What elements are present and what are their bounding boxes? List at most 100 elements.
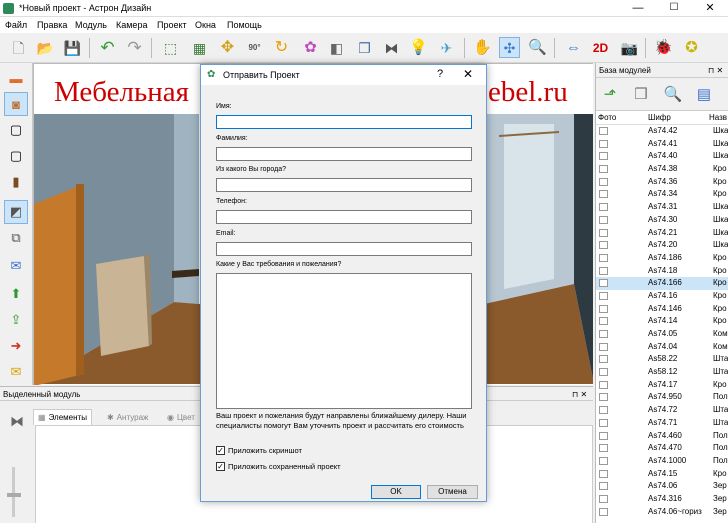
light-icon[interactable]: 💡 <box>408 37 429 58</box>
table-row[interactable]: As74.316 Зер <box>596 493 728 506</box>
rotate-90-icon[interactable]: 90° <box>244 37 265 58</box>
menu-module[interactable]: Модуль <box>75 20 107 30</box>
table-row[interactable]: As74.31 Шка <box>596 201 728 214</box>
save-icon[interactable]: 💾 <box>62 37 83 58</box>
group-icon[interactable]: ▦ <box>189 37 210 58</box>
attach-screenshot-checkbox[interactable]: ✓ Приложить скриншот <box>216 446 302 455</box>
wall-color-icon[interactable]: ▬ <box>4 66 28 90</box>
selected-module-pin[interactable]: ⊓ ✕ <box>572 390 587 399</box>
table-row[interactable]: As74.460 Пол <box>596 430 728 443</box>
table-row[interactable]: As74.20 Шка <box>596 239 728 252</box>
box-view-2-icon[interactable]: ▢ <box>4 144 28 168</box>
table-row[interactable]: As74.950 Пол <box>596 391 728 404</box>
screenshot-icon[interactable]: 📷 <box>619 37 640 58</box>
column-photo[interactable]: Фото <box>598 113 616 122</box>
table-row[interactable]: As74.186 Кро <box>596 252 728 265</box>
table-row[interactable]: As58.22 Шта <box>596 353 728 366</box>
import-module-icon[interactable]: ⬏ <box>599 83 621 105</box>
column-name[interactable]: Назв <box>709 113 727 122</box>
box-view-1-icon[interactable]: ▢ <box>4 118 28 142</box>
view-2d-icon[interactable]: 2D <box>590 37 611 58</box>
dimension-icon[interactable]: ⇔ <box>563 37 584 58</box>
search-module-icon[interactable]: 🔍 <box>662 83 684 105</box>
table-row[interactable]: As74.21 Шка <box>596 227 728 240</box>
table-row[interactable]: As74.16 Кро <box>596 290 728 303</box>
send-project-icon[interactable]: ✉ <box>4 360 28 384</box>
email-field[interactable] <box>216 242 472 256</box>
mirror-icon[interactable]: ◧ <box>326 37 347 58</box>
redo-icon[interactable]: ↷ <box>124 37 145 58</box>
camera-fly-icon[interactable]: ✈ <box>436 37 457 58</box>
module-database-pin[interactable]: ⊓ ✕ <box>708 66 723 75</box>
table-row[interactable]: As74.30 Шка <box>596 214 728 227</box>
menu-help[interactable]: Помощь <box>227 20 262 30</box>
attach-project-check[interactable]: ✓ <box>216 462 225 471</box>
table-row[interactable]: As74.04 Ком <box>596 341 728 354</box>
table-row[interactable]: As74.17 Кро <box>596 379 728 392</box>
minimize-button[interactable]: — <box>620 0 656 17</box>
attach-screenshot-check[interactable]: ✓ <box>216 446 225 455</box>
tab-elements[interactable]: ▦ Элементы <box>33 409 92 425</box>
tab-decor[interactable]: ✱ Антураж <box>103 409 152 425</box>
flip-icon[interactable]: ⧓ <box>381 37 402 58</box>
zoom-icon[interactable]: 🔍 <box>527 37 548 58</box>
undo-icon[interactable]: ↶ <box>97 37 118 58</box>
zoom-slider-thumb[interactable] <box>7 493 21 497</box>
move-icon[interactable]: ✥ <box>217 37 238 58</box>
table-row[interactable]: As74.06~гориз Зер <box>596 506 728 519</box>
table-row[interactable]: As74.41 Шка <box>596 138 728 151</box>
table-row[interactable]: As74.18 Кро <box>596 265 728 278</box>
dialog-help-button[interactable]: ? <box>437 68 443 80</box>
upload-alt-icon[interactable]: ⇪ <box>4 308 28 332</box>
menu-camera[interactable]: Камера <box>116 20 147 30</box>
city-field[interactable] <box>216 178 472 192</box>
table-row[interactable]: As74.42 Шка <box>596 125 728 138</box>
floor-icon[interactable]: ◩ <box>4 200 28 224</box>
close-button[interactable]: ✕ <box>692 0 728 17</box>
table-row[interactable]: As74.40 Шка <box>596 150 728 163</box>
orbit-icon[interactable]: ✣ <box>499 37 520 58</box>
tab-color[interactable]: ◉ Цвет <box>163 409 199 425</box>
maximize-button[interactable]: ☐ <box>656 0 692 17</box>
table-row[interactable]: As74.36 Кро <box>596 176 728 189</box>
table-row[interactable]: As74.34 Кро <box>596 188 728 201</box>
list-view-icon[interactable]: ▤ <box>693 83 715 105</box>
copy-module-icon[interactable]: ❒ <box>630 83 652 105</box>
hand-icon[interactable]: ✋ <box>472 37 493 58</box>
menu-file[interactable]: Файл <box>5 20 27 30</box>
table-row[interactable]: As74.15 Кро <box>596 468 728 481</box>
table-row[interactable]: As74.166 Кро <box>596 277 728 290</box>
duplicate-icon[interactable]: ❐ <box>354 37 375 58</box>
menu-windows[interactable]: Окна <box>195 20 216 30</box>
dialog-close-button[interactable]: ✕ <box>463 67 473 81</box>
table-row[interactable]: As58.12 Шта <box>596 366 728 379</box>
table-row[interactable]: As74.72 Шта <box>596 404 728 417</box>
open-folder-icon[interactable]: 📂 <box>35 37 56 58</box>
table-row[interactable]: As74.71 Шта <box>596 417 728 430</box>
table-row[interactable]: As74.146 Кро <box>596 303 728 316</box>
menu-project[interactable]: Проект <box>157 20 187 30</box>
zoom-slider[interactable] <box>12 467 22 517</box>
menu-edit[interactable]: Правка <box>37 20 67 30</box>
cabinet-icon[interactable]: ▮ <box>4 170 28 194</box>
surname-field[interactable] <box>216 147 472 161</box>
column-code[interactable]: Шифр <box>648 113 671 122</box>
phone-field[interactable] <box>216 210 472 224</box>
upload-icon[interactable]: ⬆ <box>4 282 28 306</box>
name-field[interactable] <box>216 115 472 129</box>
rotate-icon[interactable]: ↻ <box>271 37 292 58</box>
cancel-button[interactable]: Отмена <box>427 485 478 499</box>
table-row[interactable]: As74.38 Кро <box>596 163 728 176</box>
wishes-textarea[interactable] <box>216 273 472 409</box>
table-row[interactable]: As74.05 Ком <box>596 328 728 341</box>
table-row[interactable]: As74.470 Пол <box>596 442 728 455</box>
table-row[interactable]: As74.14 Кро <box>596 315 728 328</box>
mail-icon[interactable]: ✉ <box>4 254 28 278</box>
ok-button[interactable]: OK <box>371 485 421 499</box>
bug-icon[interactable]: 🐞 <box>653 37 674 58</box>
table-row[interactable]: As74.06 Зер <box>596 480 728 493</box>
select-icon[interactable]: ⬚ <box>160 37 181 58</box>
attach-project-checkbox[interactable]: ✓ Приложить сохраненный проект <box>216 462 341 471</box>
new-file-icon[interactable]: 🗋 <box>8 37 29 58</box>
export-icon[interactable]: ➜ <box>4 334 28 358</box>
